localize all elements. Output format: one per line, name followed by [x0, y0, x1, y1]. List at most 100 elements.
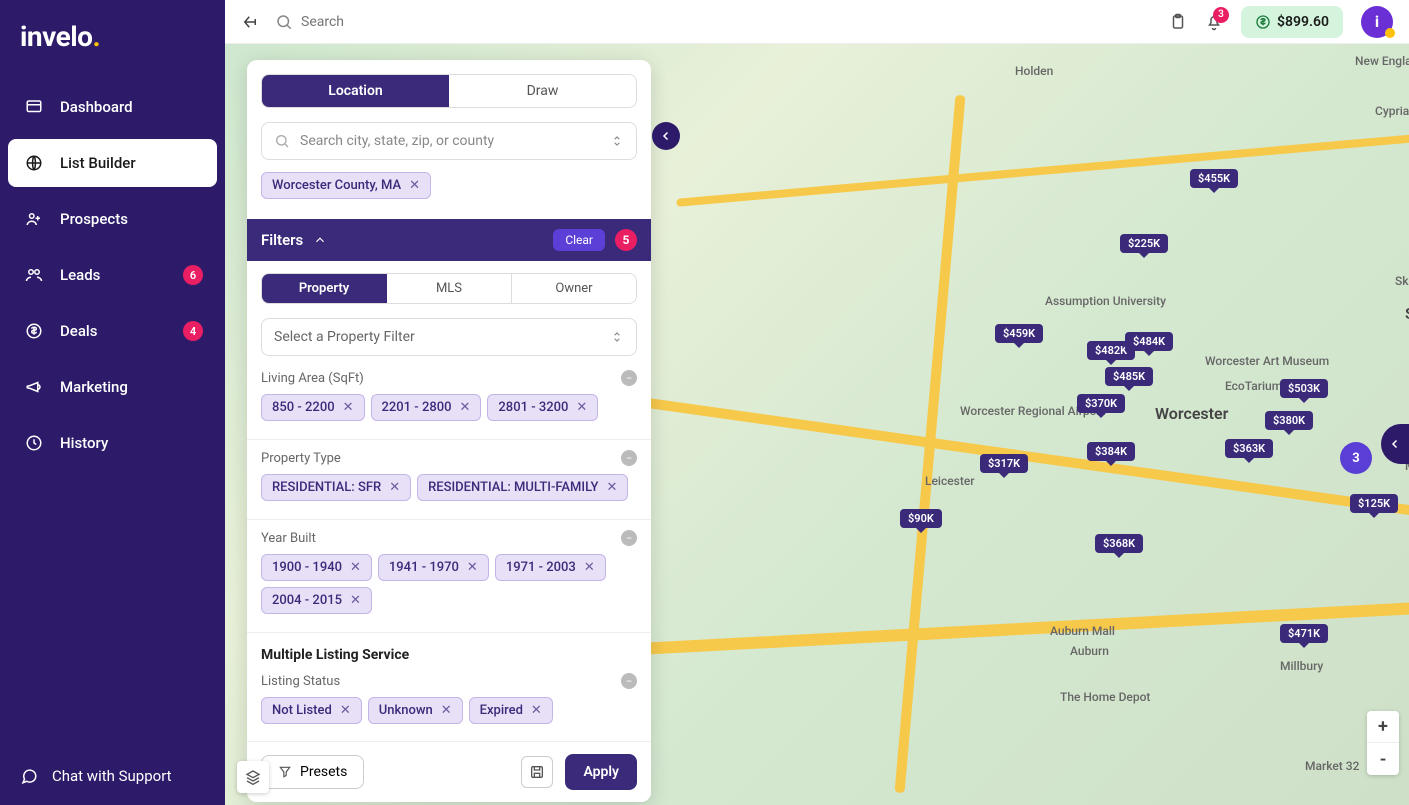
map-place-label: Leicester [925, 474, 975, 488]
chip-remove-icon[interactable]: ✕ [531, 703, 542, 718]
zoom-out-button[interactable]: - [1367, 743, 1399, 775]
map-price-pin[interactable]: $317K [980, 454, 1028, 473]
layers-icon [245, 769, 261, 785]
map-price-pin[interactable]: $485K [1105, 367, 1153, 386]
tab-owner[interactable]: Owner [512, 274, 636, 303]
filter-chip[interactable]: 2004 - 2015✕ [261, 587, 372, 614]
filter-chip[interactable]: RESIDENTIAL: SFR✕ [261, 474, 411, 501]
map-price-pin[interactable]: $484K [1125, 332, 1173, 351]
chip-remove-icon[interactable]: ✕ [409, 178, 420, 193]
map-price-pin[interactable]: $503K [1280, 379, 1328, 398]
map[interactable]: HoldenShrewsburyWorcesterLeicesterAuburn… [225, 44, 1409, 805]
sidebar: invelo. Dashboard List Builder Prospects… [0, 0, 225, 805]
filter-chip[interactable]: Unknown✕ [368, 697, 463, 724]
map-place-label: Auburn [1070, 644, 1109, 658]
map-price-pin[interactable]: $370K [1077, 394, 1125, 413]
map-price-pin[interactable]: $384K [1087, 442, 1135, 461]
sidebar-item-leads[interactable]: Leads 6 [8, 251, 217, 299]
chip-label: 850 - 2200 [272, 400, 335, 415]
balance-pill[interactable]: $899.60 [1241, 6, 1343, 38]
chip-remove-icon[interactable]: ✕ [350, 560, 361, 575]
location-search-input[interactable]: Search city, state, zip, or county [261, 122, 637, 160]
tab-draw[interactable]: Draw [449, 75, 636, 107]
filter-chip[interactable]: 1900 - 1940 ✕ [261, 554, 372, 581]
chip-remove-icon[interactable]: ✕ [460, 400, 471, 415]
search-icon [274, 133, 290, 149]
map-price-pin[interactable]: $368K [1095, 534, 1143, 553]
tab-mls[interactable]: MLS [387, 274, 512, 303]
chevron-updown-icon [610, 134, 624, 148]
chip-remove-icon[interactable]: ✕ [340, 703, 351, 718]
chevron-up-icon [313, 233, 327, 247]
global-search[interactable] [275, 13, 1169, 31]
map-price-pin[interactable]: $125K [1350, 494, 1398, 513]
map-mode-button[interactable] [237, 761, 269, 793]
map-cluster-pin[interactable]: 3 [1340, 442, 1372, 474]
chip-label: 2201 - 2800 [382, 400, 452, 415]
map-price-pin[interactable]: $455K [1190, 169, 1238, 188]
save-icon [529, 764, 545, 780]
sidebar-item-dashboard[interactable]: Dashboard [8, 83, 217, 131]
save-preset-button[interactable] [521, 756, 553, 788]
mls-section-title: Multiple Listing Service [247, 643, 651, 673]
map-price-pin[interactable]: $225K [1120, 234, 1168, 253]
presets-button[interactable]: Presets [261, 755, 364, 789]
filters-header[interactable]: Filters Clear 5 [247, 219, 651, 261]
prospects-icon [24, 209, 44, 229]
sidebar-item-history[interactable]: History [8, 419, 217, 467]
filter-chip[interactable]: Not Listed✕ [261, 697, 362, 724]
chip-remove-icon[interactable]: ✕ [584, 560, 595, 575]
remove-group-button[interactable]: − [621, 370, 637, 386]
sidebar-item-label: Dashboard [60, 98, 133, 116]
map-price-pin[interactable]: $459K [995, 324, 1043, 343]
chip-remove-icon[interactable]: ✕ [606, 480, 617, 495]
chip-remove-icon[interactable]: ✕ [343, 400, 354, 415]
sidebar-item-prospects[interactable]: Prospects [8, 195, 217, 243]
sidebar-item-list-builder[interactable]: List Builder [8, 139, 217, 187]
map-price-pin[interactable]: $363K [1225, 439, 1273, 458]
chip-label: 1900 - 1940 [272, 560, 342, 575]
remove-group-button[interactable]: − [621, 450, 637, 466]
chip-remove-icon[interactable]: ✕ [576, 400, 587, 415]
map-place-label: Shrewsbury [1405, 304, 1409, 323]
property-filter-select[interactable]: Select a Property Filter [261, 318, 637, 356]
filter-chip[interactable]: 850 - 2200 ✕ [261, 394, 365, 421]
filter-chip[interactable]: 1941 - 1970✕ [378, 554, 489, 581]
presets-label: Presets [300, 764, 347, 780]
filter-chip[interactable]: RESIDENTIAL: MULTI-FAMILY✕ [417, 474, 628, 501]
remove-group-button[interactable]: − [621, 530, 637, 546]
map-price-pin[interactable]: $471K [1280, 624, 1328, 643]
apply-button[interactable]: Apply [565, 754, 637, 790]
chip-remove-icon[interactable]: ✕ [441, 703, 452, 718]
notifications-button[interactable]: 3 [1205, 13, 1223, 31]
panel-collapse-button[interactable] [652, 122, 680, 150]
search-input[interactable] [301, 14, 601, 30]
clipboard-icon[interactable] [1169, 13, 1187, 31]
map-price-pin[interactable]: $90K [900, 509, 942, 528]
sidebar-item-deals[interactable]: Deals 4 [8, 307, 217, 355]
map-place-label: Ski Ward Ski Area [1395, 274, 1409, 288]
tab-property[interactable]: Property [262, 274, 387, 303]
filter-chip[interactable]: 1971 - 2003✕ [495, 554, 606, 581]
chip-remove-icon[interactable]: ✕ [389, 480, 400, 495]
panel-body: Location Draw Search city, state, zip, o… [247, 60, 651, 741]
map-place-label: Assumption University [1045, 294, 1166, 308]
filter-chip[interactable]: Expired✕ [469, 697, 553, 724]
sidebar-item-marketing[interactable]: Marketing [8, 363, 217, 411]
chip-remove-icon[interactable]: ✕ [467, 560, 478, 575]
filter-chip[interactable]: 2801 - 3200✕ [487, 394, 598, 421]
zoom-in-button[interactable]: + [1367, 711, 1399, 743]
filter-chip[interactable]: Worcester County, MA✕ [261, 172, 431, 199]
avatar[interactable]: i [1361, 6, 1393, 38]
filters-label: Filters [261, 231, 303, 249]
tab-location[interactable]: Location [262, 75, 449, 107]
chat-support-button[interactable]: Chat with Support [0, 747, 225, 805]
chip-remove-icon[interactable]: ✕ [350, 593, 361, 608]
remove-group-button[interactable]: − [621, 673, 637, 689]
topbar: 3 $899.60 i [225, 0, 1409, 44]
filter-chip[interactable]: 2201 - 2800 ✕ [371, 394, 482, 421]
back-button[interactable] [241, 13, 259, 31]
map-place-label: Cyprian Keyes Golf Club [1375, 104, 1409, 118]
map-price-pin[interactable]: $380K [1265, 411, 1313, 430]
clear-filters-button[interactable]: Clear [553, 229, 605, 251]
